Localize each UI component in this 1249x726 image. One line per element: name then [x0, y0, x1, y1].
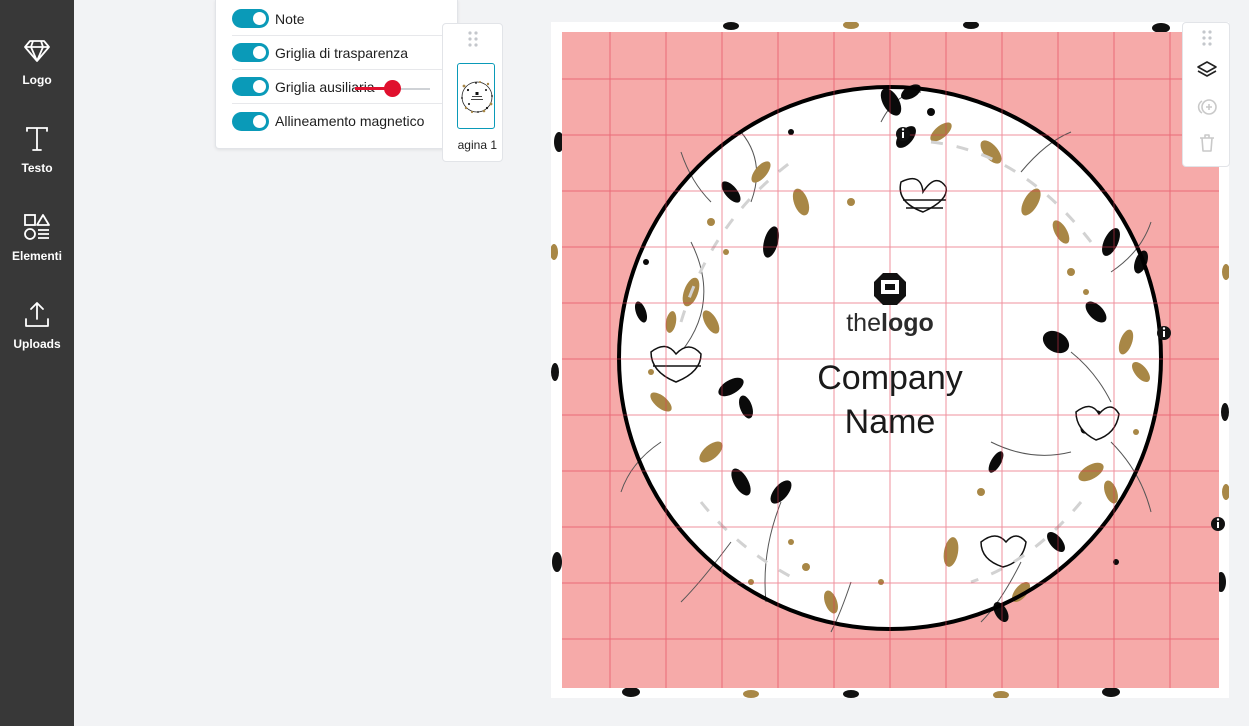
setting-transparency-grid: Griglia di trasparenza	[232, 36, 444, 70]
info-icon[interactable]	[896, 127, 910, 141]
auxiliary-grid-toggle[interactable]	[232, 77, 269, 96]
left-sidebar: Logo Testo Elementi Uploads	[0, 0, 74, 726]
company-name-line2: Name	[844, 403, 936, 441]
toggle-knob	[253, 12, 266, 25]
diamond-icon	[24, 40, 50, 62]
toggle-knob	[253, 46, 266, 59]
drag-handle-icon[interactable]	[1201, 29, 1213, 47]
upload-icon	[25, 302, 49, 327]
company-name-line1: Company	[817, 359, 963, 397]
sidebar-item-label: Testo	[21, 161, 53, 175]
layers-icon[interactable]	[1195, 59, 1219, 83]
grid-size-slider-thumb[interactable]	[384, 80, 401, 97]
thumbnail-preview	[461, 81, 493, 114]
setting-label: Griglia di trasparenza	[275, 44, 409, 61]
sidebar-item-logo[interactable]: Logo	[0, 36, 74, 116]
sidebar-item-label: Elementi	[11, 249, 62, 263]
design-canvas[interactable]: thelogo Company Name	[551, 22, 1229, 698]
company-name-text[interactable]: Company Name	[551, 356, 1229, 444]
logo-text-light: the	[846, 309, 881, 337]
element-tools-panel	[1182, 22, 1230, 167]
shapes-icon	[24, 214, 50, 240]
page-thumbnail-card[interactable]: agina 1	[442, 23, 503, 162]
toggle-knob	[253, 114, 266, 128]
setting-magnetic-alignment: Allineamento magnetico	[232, 104, 444, 138]
page-thumbnail-label: agina 1	[457, 138, 497, 152]
magnetic-alignment-toggle[interactable]	[232, 111, 269, 131]
sidebar-item-uploads[interactable]: Uploads	[0, 300, 74, 380]
setting-auxiliary-grid: Griglia ausiliaria	[232, 70, 444, 104]
page-thumbnail-image[interactable]	[457, 63, 495, 129]
sidebar-item-label: Logo	[22, 73, 52, 87]
view-settings-panel: Note Griglia di trasparenza Griglia ausi…	[215, 0, 458, 149]
logo-mark-icon	[874, 273, 906, 305]
info-icon[interactable]	[1211, 517, 1225, 531]
trash-icon[interactable]	[1195, 131, 1219, 155]
setting-label: Allineamento magnetico	[275, 113, 425, 129]
logo-wordmark: thelogo	[846, 308, 934, 338]
sidebar-item-label: Uploads	[13, 337, 61, 351]
notes-toggle[interactable]	[232, 9, 269, 28]
logo-text-bold: logo	[881, 309, 934, 337]
duplicate-icon[interactable]	[1195, 95, 1219, 119]
text-icon	[26, 127, 48, 151]
sidebar-item-testo[interactable]: Testo	[0, 124, 74, 204]
toggle-knob	[253, 80, 266, 93]
logo-block[interactable]: thelogo	[551, 272, 1229, 338]
setting-label: Note	[275, 10, 305, 27]
transparency-grid-toggle[interactable]	[232, 43, 269, 62]
setting-notes: Note	[232, 2, 444, 36]
sidebar-item-elementi[interactable]: Elementi	[0, 212, 74, 292]
drag-handle-icon[interactable]	[467, 30, 479, 48]
